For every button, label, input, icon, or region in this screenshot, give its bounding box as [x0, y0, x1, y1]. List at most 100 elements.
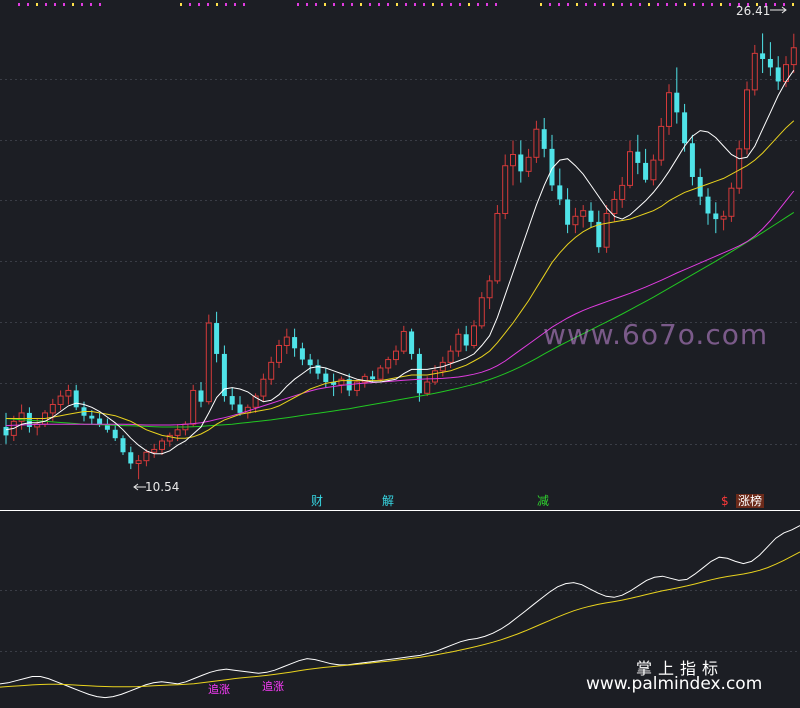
- marker-dot: [99, 3, 101, 6]
- candle-body: [713, 213, 719, 220]
- candle-body: [705, 196, 711, 214]
- candle-body: [73, 390, 79, 408]
- marker-dot: [441, 3, 443, 6]
- high-arrow-icon: [770, 6, 787, 14]
- candle-body: [424, 381, 431, 394]
- candle-body: [682, 112, 688, 144]
- candle-body: [674, 92, 680, 113]
- candle-body: [151, 448, 158, 453]
- marker-dot: [423, 3, 425, 6]
- candle-body: [635, 151, 641, 163]
- candle-body: [603, 212, 610, 248]
- candle-body: [190, 389, 197, 425]
- event-label-dollar: $: [721, 494, 729, 508]
- marker-dot: [333, 3, 335, 6]
- marker-dot: [297, 3, 299, 6]
- candle-body: [370, 376, 376, 380]
- candle-body: [276, 345, 282, 363]
- candle-body: [510, 153, 516, 167]
- candle-body: [49, 403, 56, 414]
- candle-body: [205, 322, 212, 403]
- candle-body: [478, 297, 485, 327]
- marker-dot: [360, 3, 362, 6]
- marker-dot: [675, 3, 677, 6]
- marker-dot: [783, 3, 785, 6]
- candle-body: [643, 162, 649, 180]
- marker-dot: [558, 3, 560, 6]
- marker-dot: [234, 3, 236, 6]
- marker-dot: [63, 3, 65, 6]
- candle-body: [432, 370, 438, 383]
- candle-body: [760, 53, 766, 59]
- marker-dot: [18, 3, 20, 6]
- marker-dot: [27, 3, 29, 6]
- candle-body: [283, 336, 290, 347]
- candle-body: [97, 418, 103, 425]
- marker-dot: [495, 3, 497, 6]
- candle-body: [214, 323, 220, 354]
- candle-body: [112, 429, 118, 439]
- candle-body: [323, 373, 329, 383]
- candle-body: [65, 389, 72, 397]
- indicator-annotation-1: 追涨: [208, 683, 230, 696]
- marker-dot: [36, 3, 38, 6]
- marker-dot: [387, 3, 389, 6]
- marker-dot: [549, 3, 551, 6]
- marker-dot: [324, 3, 326, 6]
- marker-dot: [684, 3, 686, 6]
- marker-dot: [729, 3, 731, 6]
- candle-body: [689, 143, 695, 177]
- candle-body: [307, 359, 313, 366]
- candle-body: [728, 187, 735, 217]
- stock-chart: [0, 3, 800, 699]
- candle-body: [557, 185, 563, 200]
- candle-body: [580, 210, 587, 217]
- marker-dot: [486, 3, 488, 6]
- candle-body: [744, 89, 750, 150]
- marker-dot: [54, 3, 56, 6]
- candle-body: [385, 359, 392, 369]
- candle-body: [611, 198, 618, 214]
- candle-body: [393, 350, 399, 361]
- marker-dot: [216, 3, 218, 6]
- marker-dot: [432, 3, 434, 6]
- candle-body: [260, 378, 267, 397]
- candle-body: [588, 210, 594, 222]
- candle-body: [565, 199, 571, 225]
- candle-body: [120, 438, 126, 453]
- candle-body: [525, 156, 532, 172]
- marker-dot: [396, 3, 398, 6]
- candle-body: [775, 67, 781, 82]
- indicator-annotation-2: 追涨: [262, 680, 284, 693]
- marker-dot: [90, 3, 92, 6]
- candle-body: [494, 212, 501, 282]
- marker-dot: [603, 3, 605, 6]
- marker-dot: [594, 3, 596, 6]
- event-label-limit-up-list: 涨榜: [736, 494, 765, 508]
- marker-dot: [702, 3, 704, 6]
- candle-body: [767, 58, 773, 68]
- candle-body: [159, 440, 165, 450]
- marker-dot: [621, 3, 623, 6]
- candle-body: [650, 159, 657, 181]
- candle-body: [268, 361, 275, 380]
- event-label-finance: 财: [311, 494, 324, 508]
- candle-body: [229, 396, 235, 405]
- candle-body: [174, 429, 181, 436]
- marker-dot: [459, 3, 461, 6]
- marker-dot: [207, 3, 209, 6]
- marker-dot: [540, 3, 542, 6]
- candle-body: [338, 378, 345, 386]
- candle-body: [416, 353, 422, 394]
- ma-mid-line: [6, 120, 795, 439]
- marker-dot: [180, 3, 182, 6]
- candle-body: [447, 350, 454, 363]
- event-label-reduce: 减: [537, 494, 550, 508]
- candle-body: [57, 395, 64, 405]
- marker-dot: [189, 3, 191, 6]
- candle-body: [619, 184, 626, 200]
- grid-lines: [0, 79, 800, 652]
- candle-body: [541, 129, 547, 149]
- marker-dot: [666, 3, 668, 6]
- candle-body: [572, 215, 579, 226]
